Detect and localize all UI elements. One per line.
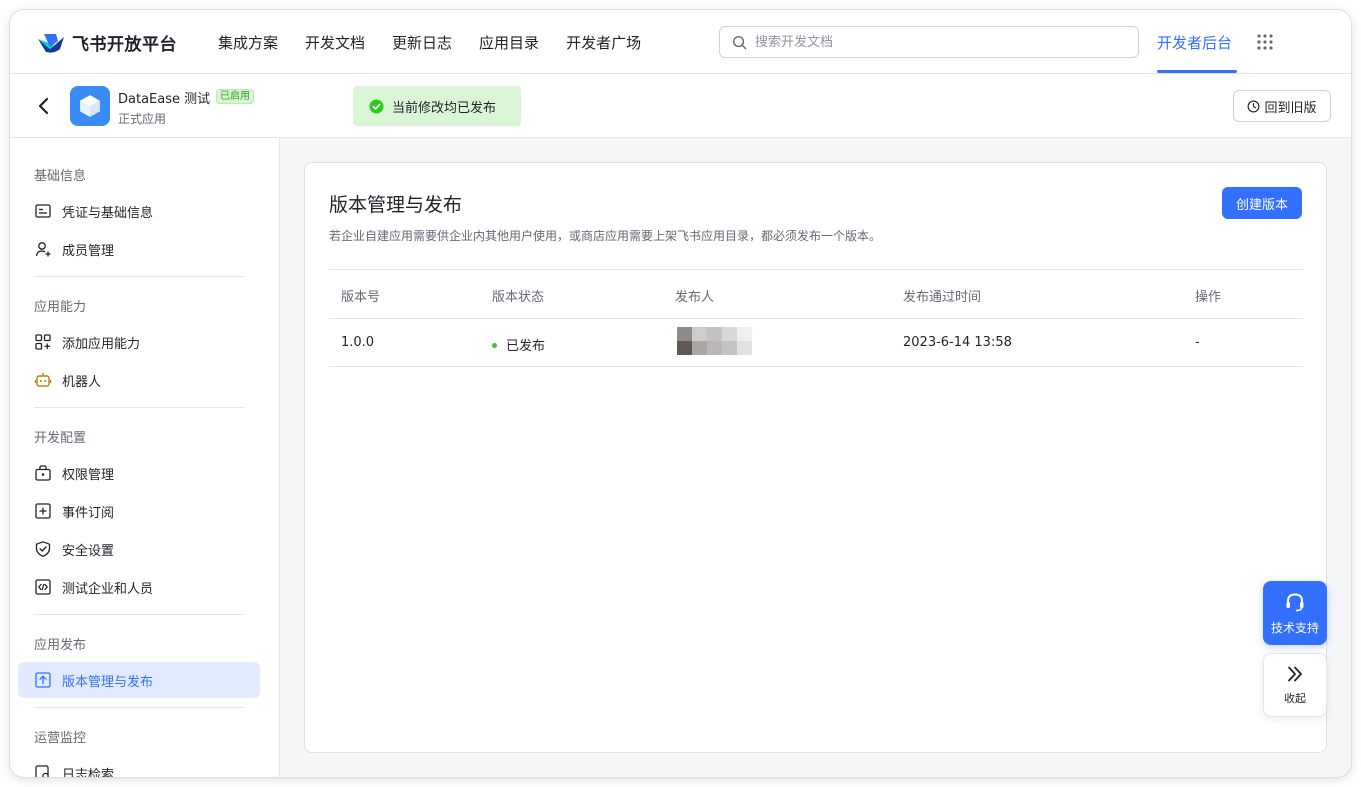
sidebar-item-label: 成员管理 bbox=[62, 243, 115, 259]
code-icon bbox=[35, 579, 51, 595]
collapse-label: 收起 bbox=[1284, 692, 1306, 705]
status-badge: 已启用 bbox=[216, 89, 254, 104]
add-capability-icon bbox=[35, 334, 51, 350]
sidebar-divider bbox=[34, 276, 244, 277]
check-circle-icon bbox=[369, 98, 384, 114]
upload-icon bbox=[35, 672, 51, 688]
version-number: 1.0.0 bbox=[341, 335, 375, 350]
robot-icon bbox=[34, 373, 52, 387]
sidebar-item-add-capability[interactable]: 添加应用能力 bbox=[18, 324, 260, 360]
feishu-logo-icon bbox=[38, 33, 64, 53]
version-card: 版本管理与发布 若企业自建应用需要供企业内其他用户使用，或商店应用需要上架飞书应… bbox=[304, 162, 1327, 753]
sidebar-divider bbox=[34, 407, 244, 408]
app-name: DataEase 测试 bbox=[118, 92, 211, 107]
sidebar-section-title: 运营监控 bbox=[34, 731, 87, 746]
search-input[interactable] bbox=[755, 34, 1115, 50]
status-dot bbox=[492, 343, 497, 348]
row-action: - bbox=[1195, 335, 1200, 350]
sidebar-item-robot[interactable]: 机器人 bbox=[18, 362, 260, 398]
log-search-icon bbox=[35, 765, 49, 777]
headset-icon bbox=[1286, 592, 1304, 611]
sidebar-section-title: 应用能力 bbox=[34, 300, 87, 315]
sidebar-item-label: 凭证与基础信息 bbox=[62, 205, 154, 221]
page-description: 若企业自建应用需要供企业内其他用户使用，或商店应用需要上架飞书应用目录，都必须发… bbox=[329, 229, 882, 243]
sidebar-section-title: 基础信息 bbox=[34, 169, 87, 184]
status-text: 已发布 bbox=[506, 339, 546, 354]
sidebar-item-label: 添加应用能力 bbox=[62, 336, 141, 352]
page-title: 版本管理与发布 bbox=[329, 194, 463, 216]
version-status: 已发布 bbox=[492, 335, 545, 354]
app-window: 飞书开放平台 集成方案 开发文档 更新日志 应用目录 开发者广场 开发者后台 bbox=[10, 10, 1351, 777]
create-version-button[interactable]: 创建版本 bbox=[1222, 187, 1302, 219]
sidebar-item-test-enterprise[interactable]: 测试企业和人员 bbox=[18, 569, 260, 605]
sidebar-item-event-subscription[interactable]: 事件订阅 bbox=[18, 493, 260, 529]
sidebar-item-members[interactable]: 成员管理 bbox=[18, 231, 260, 267]
search-box[interactable] bbox=[719, 26, 1139, 58]
sidebar: 基础信息 凭证与基础信息 成员管理 应用能力 添加应用能力 机器人 开发配置 权… bbox=[10, 138, 280, 777]
publish-notice-text: 当前修改均已发布 bbox=[392, 100, 497, 116]
version-table: 版本号 版本状态 发布人 发布通过时间 操作 1.0.0 已发布 2023-6-… bbox=[329, 269, 1303, 367]
shield-icon bbox=[35, 541, 51, 557]
sidebar-divider bbox=[34, 614, 244, 615]
table-row[interactable]: 1.0.0 已发布 2023-6-14 13:58 - bbox=[329, 318, 1303, 367]
nav-link-developer-square[interactable]: 开发者广场 bbox=[566, 32, 641, 53]
column-header-version: 版本号 bbox=[341, 290, 381, 305]
nav-link-solutions[interactable]: 集成方案 bbox=[218, 32, 278, 53]
nav-link-changelog[interactable]: 更新日志 bbox=[392, 32, 452, 53]
app-header: DataEase 测试 已启用 正式应用 当前修改均已发布 回到旧版 bbox=[10, 74, 1351, 138]
active-tab-indicator bbox=[1157, 70, 1237, 73]
cube-icon bbox=[80, 95, 100, 117]
sidebar-item-label: 测试企业和人员 bbox=[62, 581, 154, 597]
tech-support-label: 技术支持 bbox=[1270, 620, 1319, 635]
revert-label: 回到旧版 bbox=[1264, 100, 1317, 116]
column-header-time: 发布通过时间 bbox=[903, 290, 982, 305]
sidebar-item-label: 机器人 bbox=[62, 374, 102, 390]
app-avatar bbox=[70, 86, 110, 126]
column-header-publisher: 发布人 bbox=[675, 290, 715, 305]
sidebar-item-label: 权限管理 bbox=[62, 467, 115, 483]
sidebar-section-title: 应用发布 bbox=[34, 638, 87, 653]
sidebar-item-security[interactable]: 安全设置 bbox=[18, 531, 260, 567]
table-header: 版本号 版本状态 发布人 发布通过时间 操作 bbox=[329, 269, 1303, 318]
column-header-status: 版本状态 bbox=[492, 290, 545, 305]
sidebar-section-title: 开发配置 bbox=[34, 431, 87, 446]
collapse-button[interactable]: 收起 bbox=[1263, 653, 1327, 717]
history-icon bbox=[1248, 100, 1260, 112]
add-member-icon bbox=[35, 242, 51, 257]
app-type: 正式应用 bbox=[118, 112, 167, 126]
sidebar-item-credentials[interactable]: 凭证与基础信息 bbox=[18, 193, 260, 229]
column-header-action: 操作 bbox=[1195, 290, 1222, 305]
credential-icon bbox=[35, 204, 51, 218]
revert-button[interactable]: 回到旧版 bbox=[1233, 90, 1331, 122]
permission-icon bbox=[35, 465, 51, 481]
tech-support-button[interactable]: 技术支持 bbox=[1263, 581, 1327, 645]
publisher-avatar-blurred bbox=[677, 327, 752, 355]
top-nav: 飞书开放平台 集成方案 开发文档 更新日志 应用目录 开发者广场 开发者后台 bbox=[10, 10, 1351, 74]
double-chevron-right-icon bbox=[1288, 666, 1302, 682]
brand-logo[interactable]: 飞书开放平台 bbox=[36, 30, 177, 55]
nav-links: 集成方案 开发文档 更新日志 应用目录 开发者广场 bbox=[218, 32, 668, 53]
sidebar-divider bbox=[34, 707, 244, 708]
search-icon bbox=[732, 35, 747, 49]
apps-grid-icon[interactable] bbox=[1256, 33, 1274, 51]
sidebar-item-label: 事件订阅 bbox=[62, 505, 115, 521]
sidebar-item-version-management[interactable]: 版本管理与发布 bbox=[18, 662, 260, 698]
sidebar-item-label: 版本管理与发布 bbox=[62, 674, 154, 690]
publish-notice: 当前修改均已发布 bbox=[353, 86, 521, 126]
sidebar-item-log-search[interactable]: 日志检索 bbox=[18, 755, 260, 777]
back-arrow-icon[interactable] bbox=[34, 96, 54, 116]
sidebar-item-label: 日志检索 bbox=[62, 767, 115, 778]
event-subscription-icon bbox=[35, 503, 51, 519]
brand-name: 飞书开放平台 bbox=[72, 35, 177, 55]
publish-time: 2023-6-14 13:58 bbox=[903, 335, 1012, 350]
nav-link-app-directory[interactable]: 应用目录 bbox=[479, 32, 539, 53]
nav-link-docs[interactable]: 开发文档 bbox=[305, 32, 365, 53]
sidebar-item-label: 安全设置 bbox=[62, 543, 115, 559]
sidebar-item-permissions[interactable]: 权限管理 bbox=[18, 455, 260, 491]
nav-link-developer-console[interactable]: 开发者后台 bbox=[1157, 32, 1232, 53]
